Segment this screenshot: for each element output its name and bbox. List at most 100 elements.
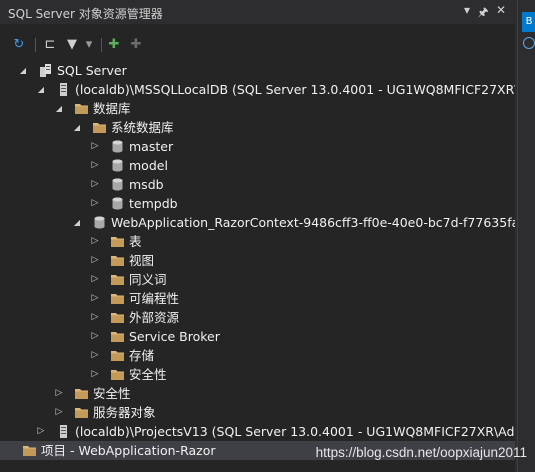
tree-node[interactable]: ▷ Service Broker bbox=[0, 327, 515, 346]
filter-button[interactable]: ▼ bbox=[64, 36, 80, 54]
tree-node[interactable]: ▷ 表 bbox=[0, 232, 515, 251]
tree-node[interactable]: ▷ 可编程性 bbox=[0, 289, 515, 308]
tree-node-label: msdb bbox=[129, 177, 164, 192]
folder-icon bbox=[110, 291, 125, 306]
folder-icon bbox=[110, 348, 125, 363]
sql-server-object-explorer: SQL Server 对象资源管理器 ▾ 🖈 ✕ ↻ ⊏ ▼ ▾ ✚ ✚ ◢ SQL Ser… bbox=[0, 0, 515, 472]
window-position-dropdown[interactable]: ▾ bbox=[460, 3, 474, 17]
folder-icon bbox=[110, 253, 125, 268]
collapse-arrow-icon[interactable]: ◢ bbox=[72, 213, 82, 232]
expand-arrow-icon[interactable]: ▷ bbox=[90, 270, 100, 289]
side-tab[interactable]: B bbox=[522, 12, 535, 32]
add-server-button[interactable]: ✚ bbox=[106, 36, 122, 54]
collapse-arrow-icon[interactable]: ◢ bbox=[18, 61, 28, 80]
tree-node[interactable]: ▷ master bbox=[0, 137, 515, 156]
expand-arrow-icon[interactable]: ▷ bbox=[36, 422, 46, 441]
tree-node[interactable]: ▷ (localdb)\ProjectsV13 (SQL Server 13.0.… bbox=[0, 422, 515, 441]
sql-server-icon bbox=[38, 63, 53, 78]
title-bar: SQL Server 对象资源管理器 ▾ 🖈 ✕ bbox=[0, 0, 515, 24]
pin-icon[interactable]: 🖈 bbox=[476, 3, 490, 24]
expand-arrow-icon[interactable]: ▷ bbox=[90, 251, 100, 270]
tree-node-label: 安全性 bbox=[93, 386, 131, 401]
collapse-arrow-icon[interactable]: ◢ bbox=[54, 99, 64, 118]
tree-node-label: WebApplication_RazorContext-9486cff3-ff0… bbox=[111, 215, 515, 230]
expand-arrow-icon[interactable]: ▷ bbox=[90, 137, 100, 156]
expand-arrow-icon[interactable]: ▷ bbox=[90, 346, 100, 365]
folder-icon bbox=[110, 367, 125, 382]
tree-node[interactable]: ▷ 外部资源 bbox=[0, 308, 515, 327]
add-project-button[interactable]: ✚ bbox=[128, 36, 144, 54]
toolbar-separator bbox=[35, 38, 36, 52]
refresh-icon: ↻ bbox=[13, 37, 25, 52]
tree-node[interactable]: ◢ (localdb)\MSSQLLocalDB (SQL Server 13.0… bbox=[0, 80, 515, 99]
filter-dropdown-button[interactable]: ▾ bbox=[84, 36, 94, 54]
toolbar-separator bbox=[101, 38, 102, 52]
toolbar: ↻ ⊏ ▼ ▾ ✚ ✚ bbox=[0, 34, 515, 56]
database-icon bbox=[110, 177, 125, 192]
tree-node-label: 系统数据库 bbox=[111, 120, 174, 135]
expand-arrow-icon[interactable]: ▷ bbox=[54, 384, 64, 403]
tree-node-label: model bbox=[129, 158, 168, 173]
database-icon bbox=[110, 158, 125, 173]
tree-node-label: 项目 - WebApplication-Razor bbox=[41, 443, 216, 458]
chevron-down-icon: ▾ bbox=[85, 37, 93, 52]
collapse-all-button[interactable]: ⊏ bbox=[40, 36, 60, 54]
panel-title: SQL Server 对象资源管理器 bbox=[8, 7, 163, 21]
expand-arrow-icon[interactable]: ▷ bbox=[90, 289, 100, 308]
folder-icon bbox=[110, 272, 125, 287]
tree-node-label: 安全性 bbox=[129, 367, 167, 382]
object-tree: ◢ SQL Server ◢ (localdb)\MSSQLLocalDB (SQL … bbox=[0, 61, 515, 461]
expand-arrow-icon[interactable]: ▷ bbox=[90, 308, 100, 327]
database-icon bbox=[92, 215, 107, 230]
tree-node-label: 视图 bbox=[129, 253, 155, 268]
tree-node[interactable]: ◢ SQL Server bbox=[0, 61, 515, 80]
tree-node[interactable]: ▷ 安全性 bbox=[0, 365, 515, 384]
tree-node[interactable]: ▷ 存储 bbox=[0, 346, 515, 365]
tree-node[interactable]: ▷ 安全性 bbox=[0, 384, 515, 403]
tree-node[interactable]: ▷ msdb bbox=[0, 175, 515, 194]
tree-node[interactable]: ▷ 同义词 bbox=[0, 270, 515, 289]
folder-open-icon bbox=[92, 120, 107, 135]
add-server-icon: ✚ bbox=[108, 37, 120, 52]
tree-node-label: Service Broker bbox=[129, 329, 220, 344]
tree-node-label: 表 bbox=[129, 234, 142, 249]
tree-node[interactable]: ▷ 视图 bbox=[0, 251, 515, 270]
tree-node-label: 可编程性 bbox=[129, 291, 180, 306]
folder-icon bbox=[74, 386, 89, 401]
folder-icon bbox=[110, 310, 125, 325]
filter-icon: ▼ bbox=[67, 37, 77, 52]
collapse-arrow-icon[interactable]: ◢ bbox=[36, 80, 46, 99]
tree-node[interactable]: ▷ tempdb bbox=[0, 194, 515, 213]
tree-node-label: 外部资源 bbox=[129, 310, 180, 325]
collapse-all-icon: ⊏ bbox=[44, 37, 56, 52]
globe-icon[interactable] bbox=[523, 37, 535, 49]
tree-node-label: (localdb)\MSSQLLocalDB (SQL Server 13.0.… bbox=[75, 82, 515, 97]
expand-arrow-icon[interactable]: ▷ bbox=[90, 194, 100, 213]
tree-node-label: 同义词 bbox=[129, 272, 167, 287]
tree-node-label: 服务器对象 bbox=[93, 405, 156, 420]
folder-icon bbox=[110, 329, 125, 344]
expand-arrow-icon[interactable]: ▷ bbox=[90, 327, 100, 346]
tree-node[interactable]: ◢ 数据库 bbox=[0, 99, 515, 118]
tree-node-label: master bbox=[129, 139, 174, 154]
tree-node-label: 存储 bbox=[129, 348, 155, 363]
tree-node-label: (localdb)\ProjectsV13 (SQL Server 13.0.4… bbox=[75, 424, 515, 439]
tree-node-label: tempdb bbox=[129, 196, 178, 211]
tree-node[interactable]: ◢ WebApplication_RazorContext-9486cff3-ff… bbox=[0, 213, 515, 232]
expand-arrow-icon[interactable]: ▷ bbox=[90, 156, 100, 175]
collapse-arrow-icon[interactable]: ◢ bbox=[72, 118, 82, 137]
folder-icon bbox=[74, 405, 89, 420]
server-icon bbox=[56, 424, 71, 439]
project-folder-icon bbox=[22, 443, 37, 458]
tree-node-label: 数据库 bbox=[93, 101, 131, 116]
watermark: https://blog.csdn.net/oopxiajun2011 bbox=[315, 445, 527, 460]
tree-node[interactable]: ◢ 系统数据库 bbox=[0, 118, 515, 137]
refresh-button[interactable]: ↻ bbox=[10, 36, 28, 54]
expand-arrow-icon[interactable]: ▷ bbox=[90, 232, 100, 251]
close-icon[interactable]: ✕ bbox=[494, 3, 508, 17]
tree-node[interactable]: ▷ model bbox=[0, 156, 515, 175]
tree-node[interactable]: ▷ 服务器对象 bbox=[0, 403, 515, 422]
expand-arrow-icon[interactable]: ▷ bbox=[54, 403, 64, 422]
expand-arrow-icon[interactable]: ▷ bbox=[90, 365, 100, 384]
expand-arrow-icon[interactable]: ▷ bbox=[90, 175, 100, 194]
